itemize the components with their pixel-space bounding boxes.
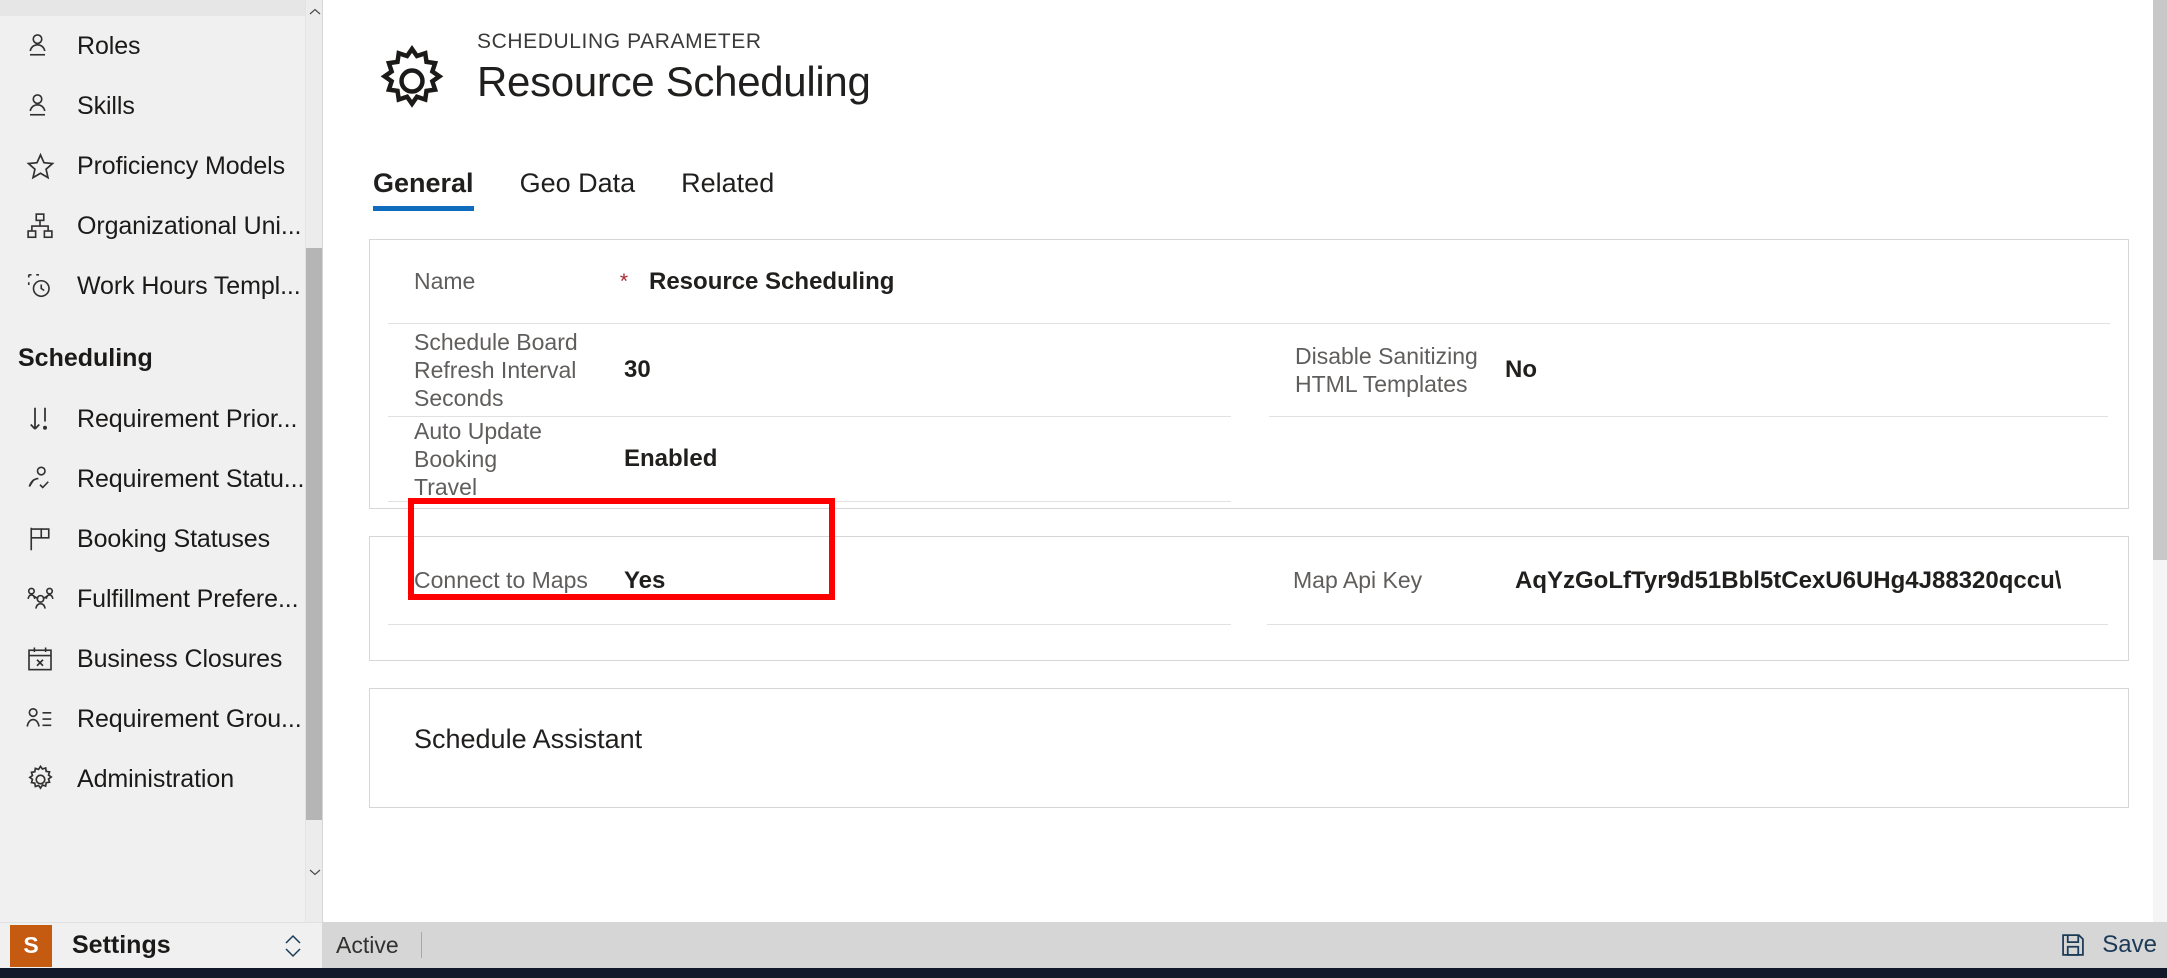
sidebar-item-administration[interactable]: Administration (0, 749, 305, 809)
chevron-down-icon[interactable] (306, 863, 322, 880)
sidebar-item-organizational-units[interactable]: Organizational Uni... (0, 196, 305, 256)
sidebar-item-booking-statuses[interactable]: Booking Statuses (0, 509, 305, 569)
main-scrollbar[interactable] (2153, 0, 2167, 922)
maps-right-column: Map Api Key AqYzGoLfTyr9d51Bbl5tCexU6UHg… (1249, 537, 2128, 625)
nav-list: Resources Roles (0, 0, 305, 809)
field-map-api-key-value: AqYzGoLfTyr9d51Bbl5tCexU6UHg4J88320qccu\ (1515, 566, 2062, 594)
people-group-icon (18, 577, 62, 621)
field-map-api-key-label: Map Api Key (1293, 567, 1423, 594)
tab-geo-data[interactable]: Geo Data (520, 168, 636, 211)
org-hierarchy-icon (18, 204, 62, 248)
sidebar-item-skills[interactable]: Skills (0, 76, 305, 136)
flag-icon (18, 517, 62, 561)
sidebar-item-roles[interactable]: Roles (0, 16, 305, 76)
field-disable-sanitizing-html-templates[interactable]: Disable Sanitizing HTML Templates No (1269, 324, 2108, 417)
tab-general[interactable]: General (373, 168, 474, 211)
sidebar-item-fulfillment-preferences[interactable]: Fulfillment Prefere... (0, 569, 305, 629)
breadcrumb-entity-type: SCHEDULING PARAMETER (477, 30, 762, 53)
sidebar-item-label: Fulfillment Prefere... (77, 584, 299, 613)
sidebar-item-label: Organizational Uni... (77, 211, 302, 240)
sidebar-item-requirement-statuses[interactable]: Requirement Statu... (0, 449, 305, 509)
sidebar-item-label: Requirement Prior... (77, 404, 298, 433)
schedule-assistant-section-title: Schedule Assistant (414, 724, 643, 754)
sort-priority-icon (18, 397, 62, 441)
tab-bar: General Geo Data Related (373, 157, 2167, 211)
sidebar-item-requirement-priorities[interactable]: Requirement Prior... (0, 389, 305, 449)
field-sanitizing-value: No (1505, 356, 1537, 383)
chevron-up-icon[interactable] (306, 3, 322, 20)
page-title: Resource Scheduling (477, 58, 871, 105)
status-bar: Active Save (322, 922, 2167, 968)
field-name-label: Name (414, 268, 476, 295)
field-name[interactable]: Name * Resource Scheduling (388, 240, 2110, 324)
bottom-strip (0, 968, 2167, 978)
person-check-icon (18, 457, 62, 501)
sidebar-item-label: Administration (77, 764, 234, 793)
sidebar-item-label: Booking Statuses (77, 524, 270, 553)
field-name-value: Resource Scheduling (649, 267, 895, 295)
field-sanitizing-label: Disable Sanitizing HTML Templates (1295, 342, 1478, 397)
sidebar-item-label: Work Hours Templ... (77, 271, 301, 300)
general-two-column-layout: Schedule Board Refresh Interval Seconds … (370, 324, 2128, 503)
save-disk-icon (2056, 928, 2090, 962)
save-label: Save (2102, 931, 2157, 958)
sidebar-item-work-hours-templates[interactable]: Work Hours Templ... (0, 256, 305, 316)
field-schedule-board-refresh-interval[interactable]: Schedule Board Refresh Interval Seconds … (388, 324, 1231, 417)
star-icon (18, 144, 62, 188)
maps-two-column-layout: Connect to Maps Yes Map Api Key AqYzGoLf… (370, 537, 2128, 625)
sidebar-item-resources[interactable]: Resources (0, 0, 305, 16)
person-list-icon (18, 697, 62, 741)
settings-badge: S (10, 924, 52, 967)
field-auto-update-label: Auto Update Booking Travel (414, 418, 542, 501)
clock-template-icon (18, 264, 62, 308)
required-marker: * (619, 269, 629, 293)
main-content-area: SCHEDULING PARAMETER Resource Scheduling… (322, 0, 2167, 922)
person-skill-icon (18, 84, 62, 128)
sidebar-item-proficiency-models[interactable]: Proficiency Models (0, 136, 305, 196)
sidebar-item-label: Business Closures (77, 644, 283, 673)
field-refresh-label: Schedule Board Refresh Interval Seconds (414, 328, 578, 412)
sidebar-item-business-closures[interactable]: Business Closures (0, 629, 305, 689)
status-divider (420, 932, 422, 958)
settings-area-switcher[interactable]: S Settings (0, 922, 322, 968)
field-auto-update-value: Enabled (624, 445, 718, 473)
sidebar-item-label: Skills (77, 91, 135, 120)
header-text: SCHEDULING PARAMETER Resource Scheduling (477, 30, 871, 106)
calendar-x-icon (18, 637, 62, 681)
sidebar-item-label: Proficiency Models (77, 151, 286, 180)
sidebar-item-label: Requirement Statu... (77, 464, 305, 493)
tab-related[interactable]: Related (681, 168, 774, 211)
general-fields-card: Name * Resource Scheduling Schedule Boar… (369, 239, 2129, 509)
field-auto-update-booking-travel[interactable]: Auto Update Booking Travel Enabled (388, 417, 1231, 503)
schedule-assistant-card: Schedule Assistant (369, 688, 2129, 808)
main-scrollbar-thumb[interactable] (2153, 0, 2167, 560)
sidebar-item-requirement-groups[interactable]: Requirement Grou... (0, 689, 305, 749)
save-button[interactable]: Save (2056, 928, 2167, 962)
maps-left-column: Connect to Maps Yes (370, 537, 1249, 625)
sidebar-item-label: Resources (77, 0, 196, 1)
sidebar-item-label: Requirement Grou... (77, 704, 302, 733)
field-connect-maps-label: Connect to Maps (414, 567, 588, 594)
person-role-icon (18, 24, 62, 68)
general-left-column: Schedule Board Refresh Interval Seconds … (370, 324, 1249, 503)
application-window: Resources Roles (0, 0, 2167, 978)
sidebar-group-title-scheduling: Scheduling (18, 344, 153, 372)
left-navigation-sidebar: Resources Roles (0, 0, 322, 922)
sidebar-item-label: Roles (77, 31, 141, 60)
field-connect-maps-value: Yes (624, 566, 666, 594)
resource-document-icon (18, 0, 62, 8)
gear-icon (371, 40, 453, 122)
status-badge: Active (336, 931, 399, 958)
sidebar-scrollbar-thumb[interactable] (306, 248, 322, 820)
page-header: SCHEDULING PARAMETER Resource Scheduling (323, 0, 2167, 122)
field-connect-to-maps[interactable]: Connect to Maps Yes (388, 537, 1231, 625)
field-map-api-key[interactable]: Map Api Key AqYzGoLfTyr9d51Bbl5tCexU6UHg… (1267, 537, 2108, 625)
maps-fields-card: Connect to Maps Yes Map Api Key AqYzGoLf… (369, 536, 2129, 661)
general-right-column: Disable Sanitizing HTML Templates No (1249, 324, 2128, 502)
field-refresh-value: 30 (624, 356, 651, 383)
settings-label: Settings (72, 931, 171, 959)
gear-icon (18, 757, 62, 801)
chevron-up-down-icon[interactable] (278, 931, 308, 961)
sidebar-scrollbar[interactable] (305, 0, 322, 922)
